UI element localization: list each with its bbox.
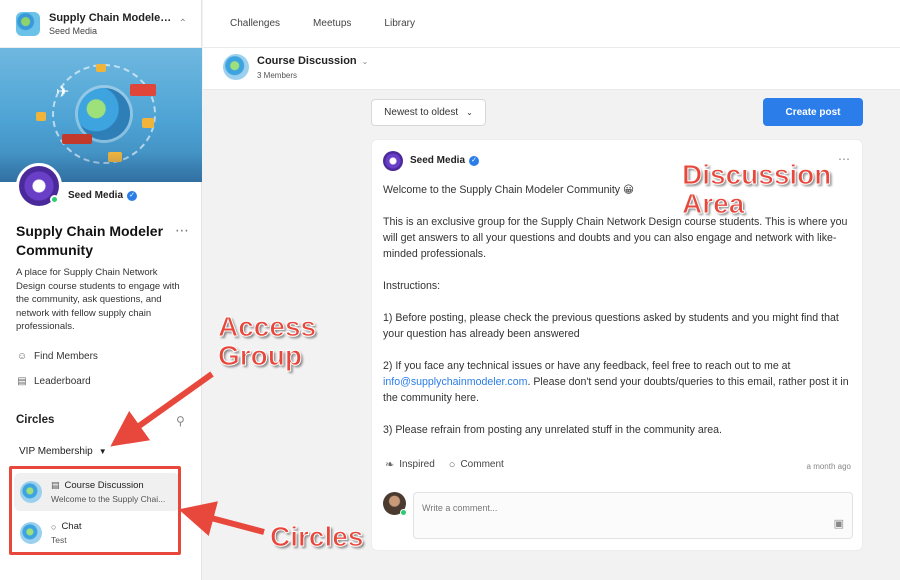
globe-illustration [78, 88, 130, 140]
annotation-circles: Circles [269, 521, 364, 552]
post-paragraph: 3) Please refrain from posting any unrel… [383, 424, 722, 436]
profile-name[interactable]: Seed Media [68, 190, 123, 201]
online-status-dot [400, 509, 407, 516]
channel-title[interactable]: Course Discussion ⌄ [257, 55, 368, 67]
post-paragraph: This is an exclusive group for the Suppl… [383, 216, 848, 260]
post-timestamp: a month ago [806, 462, 851, 471]
community-title: Supply Chain Modeler Community [16, 223, 164, 258]
chevron-down-icon: ⌄ [361, 57, 369, 66]
sidebar-item-label: Find Members [34, 351, 98, 362]
avatar[interactable] [383, 151, 403, 171]
comment-placeholder: Write a comment... [422, 503, 498, 513]
community-description: A place for Supply Chain Network Design … [16, 267, 180, 332]
group-label: VIP Membership [19, 446, 93, 457]
post-paragraph: Instructions: [383, 280, 441, 292]
more-options-icon[interactable]: ⋯ [175, 222, 190, 239]
community-logo [16, 11, 40, 36]
channel-members[interactable]: 3 Members [257, 71, 297, 80]
community-profile: Seed Media ✓ [16, 163, 138, 209]
annotation-discussion-area: Discussion Area [681, 159, 832, 220]
chevron-down-icon: ⌄ [466, 108, 473, 117]
verified-badge-icon: ✓ [469, 155, 480, 166]
post-body: Welcome to the Supply Chain Modeler Comm… [383, 182, 855, 454]
avatar[interactable] [16, 163, 62, 209]
circles-highlight-box [9, 466, 181, 555]
arrow-to-circles [178, 501, 265, 537]
post-author[interactable]: Seed Media [410, 155, 465, 166]
chevron-up-icon[interactable]: ⌃ [179, 18, 187, 29]
ship-illustration [62, 134, 92, 144]
channel-name: Course Discussion [257, 55, 357, 67]
channel-avatar [223, 54, 249, 80]
online-status-dot [50, 195, 59, 204]
annotation-access-group: Access Group [217, 311, 317, 372]
group-toggle-vip-membership[interactable]: VIP Membership ▼ [19, 446, 107, 457]
person-icon: ☺ [16, 351, 28, 362]
airplane-icon: ✈ [56, 84, 70, 101]
post-reactions: ❧ Inspired ○ Comment [385, 458, 518, 472]
sort-label: Newest to oldest [384, 107, 459, 118]
email-link[interactable]: info@supplychainmodeler.com [383, 376, 527, 388]
sidebar-item-leaderboard[interactable]: ▤ Leaderboard [16, 376, 91, 387]
bar-chart-icon: ▤ [17, 376, 27, 387]
clap-icon: ❧ [385, 459, 395, 471]
post-paragraph: 1) Before posting, please check the prev… [383, 312, 839, 340]
community-switcher-title: Supply Chain Modeler Co... [49, 11, 173, 24]
tab-challenges[interactable]: Challenges [230, 18, 280, 29]
chevron-down-icon: ▼ [98, 447, 107, 456]
inspired-button[interactable]: ❧ Inspired [385, 458, 435, 471]
comment-button[interactable]: ○ Comment [449, 459, 504, 471]
sidebar-item-label: Leaderboard [34, 376, 91, 387]
sidebar-item-find-members[interactable]: ☺ Find Members [16, 351, 98, 362]
community-banner: ✈ [0, 48, 202, 182]
top-nav: Challenges Meetups Library [203, 0, 900, 48]
create-post-button[interactable]: Create post [763, 98, 863, 126]
post-options-icon[interactable]: ⋯ [838, 152, 850, 166]
image-icon[interactable]: ▣ [834, 517, 844, 530]
avatar [383, 492, 407, 516]
circles-heading: Circles [16, 414, 55, 426]
truck-illustration [130, 84, 156, 96]
channel-header: Course Discussion ⌄ 3 Members [203, 48, 900, 90]
search-icon[interactable]: ⚲ [176, 414, 185, 428]
chat-bubble-icon: ○ [448, 458, 456, 471]
inspired-label: Inspired [399, 459, 435, 470]
community-switcher[interactable]: Supply Chain Modeler Co... Seed Media ⌃ [0, 0, 201, 48]
comment-label: Comment [460, 459, 504, 470]
tab-meetups[interactable]: Meetups [313, 18, 351, 29]
comment-input[interactable]: Write a comment... ▣ [413, 492, 853, 539]
community-switcher-subtitle: Seed Media [49, 25, 98, 36]
verified-badge-icon: ✓ [127, 190, 138, 201]
tab-library[interactable]: Library [384, 18, 415, 29]
sort-dropdown[interactable]: Newest to oldest ⌄ [371, 99, 486, 126]
post-paragraph: 2) If you face any technical issues or h… [383, 360, 849, 404]
